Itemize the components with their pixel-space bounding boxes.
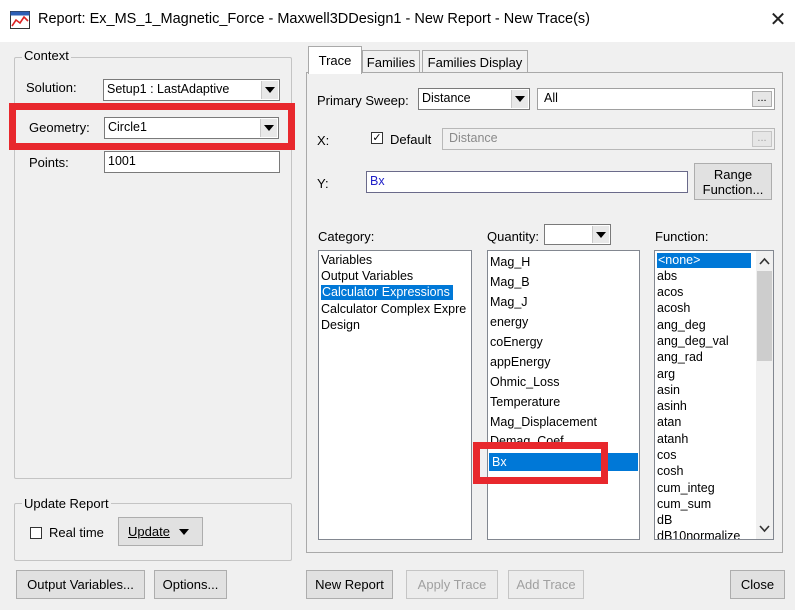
tab-trace[interactable]: Trace bbox=[308, 46, 362, 74]
quantity-item[interactable]: Mag_B bbox=[490, 275, 530, 290]
apply-trace-button[interactable]: Apply Trace bbox=[406, 570, 498, 599]
update-chevron-down-icon bbox=[178, 528, 189, 535]
update-button[interactable]: Update bbox=[118, 517, 203, 546]
function-item[interactable]: cum_integ bbox=[657, 481, 715, 496]
primary-sweep-value: Distance bbox=[422, 91, 471, 105]
report-app-icon bbox=[10, 11, 30, 29]
quantity-item[interactable]: Mag_Displacement bbox=[490, 415, 597, 430]
function-item[interactable]: abs bbox=[657, 269, 677, 284]
function-item[interactable]: acosh bbox=[657, 301, 690, 316]
function-item[interactable]: arg bbox=[657, 367, 675, 382]
y-label: Y: bbox=[317, 176, 329, 191]
quantity-label: Quantity: bbox=[487, 229, 540, 244]
sweep-range-ellipsis-button[interactable]: ... bbox=[752, 91, 772, 107]
realtime-checkbox[interactable] bbox=[30, 527, 42, 539]
category-item-output-variables[interactable]: Output Variables bbox=[321, 269, 413, 284]
geometry-highlight-box bbox=[9, 103, 295, 150]
category-item-design[interactable]: Design bbox=[321, 318, 360, 333]
quantity-item[interactable]: coEnergy bbox=[490, 335, 543, 350]
function-scroll-thumb[interactable] bbox=[757, 271, 772, 361]
function-item[interactable]: asin bbox=[657, 383, 680, 398]
x-expression-value: Distance bbox=[449, 131, 498, 145]
function-item[interactable]: cum_sum bbox=[657, 497, 711, 512]
x-ellipsis-button[interactable]: ... bbox=[752, 131, 772, 147]
quantity-filter-chevron-down-icon bbox=[592, 226, 609, 243]
function-item[interactable]: asinh bbox=[657, 399, 687, 414]
y-expression-input[interactable]: Bx bbox=[366, 171, 688, 193]
tab-families[interactable]: Families bbox=[362, 50, 420, 74]
points-label: Points: bbox=[29, 155, 69, 170]
new-report-button[interactable]: New Report bbox=[306, 570, 393, 599]
category-list[interactable]: Variables Output Variables Calculator Ex… bbox=[318, 250, 472, 540]
function-item[interactable]: dB10normalize bbox=[657, 529, 740, 539]
category-label: Category: bbox=[318, 229, 375, 244]
function-item[interactable]: acos bbox=[657, 285, 683, 300]
close-button[interactable]: Close bbox=[730, 570, 785, 599]
quantity-item[interactable]: Ohmic_Loss bbox=[490, 375, 559, 390]
function-item-none[interactable]: <none> bbox=[657, 253, 751, 268]
window-title: Report: Ex_MS_1_Magnetic_Force - Maxwell… bbox=[38, 11, 590, 27]
function-item[interactable]: ang_rad bbox=[657, 350, 703, 365]
function-item[interactable]: ang_deg_val bbox=[657, 334, 729, 349]
solution-chevron-down-icon bbox=[261, 81, 278, 99]
scroll-down-icon[interactable] bbox=[759, 525, 770, 533]
quantity-list[interactable]: Mag_H Mag_B Mag_J energy coEnergy appEne… bbox=[487, 250, 640, 540]
x-expression-field[interactable]: Distance ... bbox=[442, 128, 775, 150]
update-report-legend: Update Report bbox=[22, 496, 111, 511]
y-expression-value: Bx bbox=[370, 174, 385, 188]
solution-label: Solution: bbox=[26, 80, 77, 95]
category-item-variables[interactable]: Variables bbox=[321, 253, 372, 268]
options-button[interactable]: Options... bbox=[154, 570, 227, 599]
default-checkbox[interactable]: ✓ bbox=[371, 132, 383, 144]
context-legend: Context bbox=[22, 48, 71, 63]
x-label: X: bbox=[317, 133, 330, 148]
default-label: Default bbox=[390, 132, 432, 147]
primary-sweep-dropdown[interactable]: Distance bbox=[418, 88, 530, 110]
quantity-item[interactable]: Temperature bbox=[490, 395, 560, 410]
range-function-button[interactable]: Range Function... bbox=[694, 163, 772, 200]
quantity-item[interactable]: appEnergy bbox=[490, 355, 550, 370]
primary-sweep-label: Primary Sweep: bbox=[317, 93, 409, 108]
update-label: Update bbox=[128, 524, 170, 539]
function-item[interactable]: atanh bbox=[657, 432, 688, 447]
category-item-calculator-expressions[interactable]: Calculator Expressions bbox=[321, 285, 453, 300]
sweep-range-field[interactable]: All ... bbox=[537, 88, 775, 110]
function-item[interactable]: ang_deg bbox=[657, 318, 706, 333]
quantity-item[interactable]: Mag_J bbox=[490, 295, 528, 310]
scroll-up-icon[interactable] bbox=[759, 257, 770, 265]
points-value: 1001 bbox=[108, 154, 136, 168]
function-list[interactable]: <none> abs acos acosh ang_deg ang_deg_va… bbox=[654, 250, 774, 540]
output-variables-button[interactable]: Output Variables... bbox=[16, 570, 145, 599]
tab-families-display[interactable]: Families Display bbox=[422, 50, 528, 74]
primary-sweep-chevron-down-icon bbox=[511, 90, 528, 108]
add-trace-button[interactable]: Add Trace bbox=[508, 570, 584, 599]
close-window-icon[interactable]: ✕ bbox=[766, 6, 790, 34]
solution-value: Setup1 : LastAdaptive bbox=[107, 82, 230, 96]
range-function-line2: Function... bbox=[702, 181, 764, 197]
quantity-item[interactable]: Mag_H bbox=[490, 255, 530, 270]
sweep-range-value: All bbox=[544, 91, 558, 105]
bx-highlight-box bbox=[473, 442, 608, 484]
function-item[interactable]: cos bbox=[657, 448, 676, 463]
function-scrollbar[interactable] bbox=[756, 251, 773, 539]
category-item-calculator-complex[interactable]: Calculator Complex Expre bbox=[321, 302, 469, 317]
points-input[interactable]: 1001 bbox=[104, 151, 280, 173]
function-item[interactable]: cosh bbox=[657, 464, 683, 479]
solution-dropdown[interactable]: Setup1 : LastAdaptive bbox=[103, 79, 280, 101]
function-label: Function: bbox=[655, 229, 709, 244]
quantity-item[interactable]: energy bbox=[490, 315, 528, 330]
realtime-label: Real time bbox=[49, 525, 104, 540]
range-function-line1: Range bbox=[713, 166, 753, 182]
function-item[interactable]: dB bbox=[657, 513, 672, 528]
quantity-filter-dropdown[interactable] bbox=[544, 224, 611, 245]
function-item[interactable]: atan bbox=[657, 415, 681, 430]
